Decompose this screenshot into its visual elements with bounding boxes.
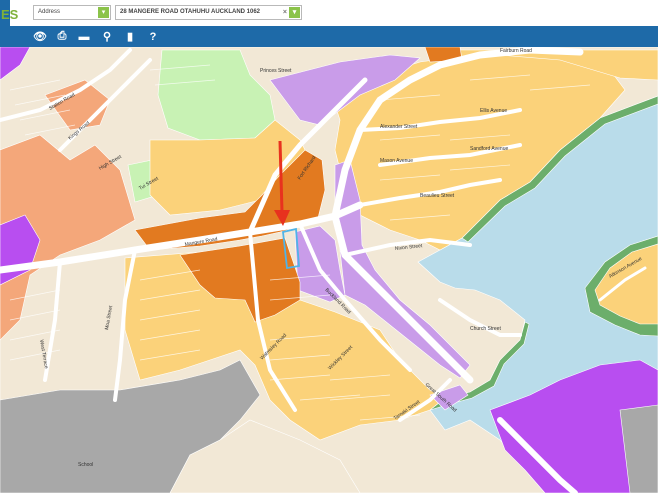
map-label-school: School — [78, 462, 93, 468]
street-label-alexander-street: Alexander Street — [380, 124, 418, 130]
app-logo[interactable]: ES — [0, 0, 20, 26]
street-label-princes-street: Princes Street — [260, 68, 292, 74]
app-logo-graphic: ES — [0, 0, 19, 26]
logo-text: ES — [1, 7, 19, 22]
address-search-value: 28 MANGERE ROAD OTAHUHU AUCKLAND 1062 — [120, 9, 261, 15]
address-dropdown-button[interactable]: ▾ — [289, 7, 300, 18]
zoning-map[interactable]: Mangere Road Nixon Street Fort Richard G… — [0, 47, 658, 493]
street-label-beaulieu-street: Beaulieu Street — [420, 193, 455, 199]
bookmark-tool[interactable]: ▮ — [121, 28, 139, 45]
measure-icon: ▬ — [78, 30, 90, 43]
street-label-ellis-avenue: Ellis Avenue — [480, 108, 507, 114]
location-tool[interactable]: ⚲ — [98, 28, 116, 45]
search-type-select[interactable]: Address ▾ — [33, 5, 111, 20]
clear-search-icon[interactable]: × — [283, 6, 287, 19]
help-tool[interactable]: ? — [144, 28, 162, 45]
top-bar: ES Address ▾ 28 MANGERE ROAD OTAHUHU AUC… — [0, 0, 658, 27]
address-search-input[interactable]: 28 MANGERE ROAD OTAHUHU AUCKLAND 1062 × … — [115, 5, 302, 20]
search-type-value: Address — [38, 9, 61, 15]
map-canvas[interactable]: Mangere Road Nixon Street Fort Richard G… — [0, 47, 658, 493]
map-toolbar: 👁 ⎙ ▬ ⚲ ▮ ? — [0, 26, 658, 47]
street-label-mason-avenue: Mason Avenue — [380, 158, 413, 164]
measure-tool[interactable]: ▬ — [75, 28, 93, 45]
location-pin-icon: ⚲ — [102, 31, 112, 43]
print-tool[interactable]: ⎙ — [53, 28, 71, 45]
help-icon: ? — [149, 30, 157, 43]
bookmark-icon: ▮ — [126, 31, 134, 43]
search-type-dropdown-button[interactable]: ▾ — [98, 7, 109, 18]
street-label-fairburn-road: Fairburn Road — [500, 48, 532, 54]
print-icon: ⎙ — [57, 30, 67, 42]
view-tool[interactable]: 👁 — [31, 28, 49, 45]
street-label-sandford-avenue: Sandford Avenue — [470, 146, 508, 152]
view-icon: 👁 — [33, 31, 47, 43]
street-label-church-street: Church Street — [470, 326, 501, 332]
